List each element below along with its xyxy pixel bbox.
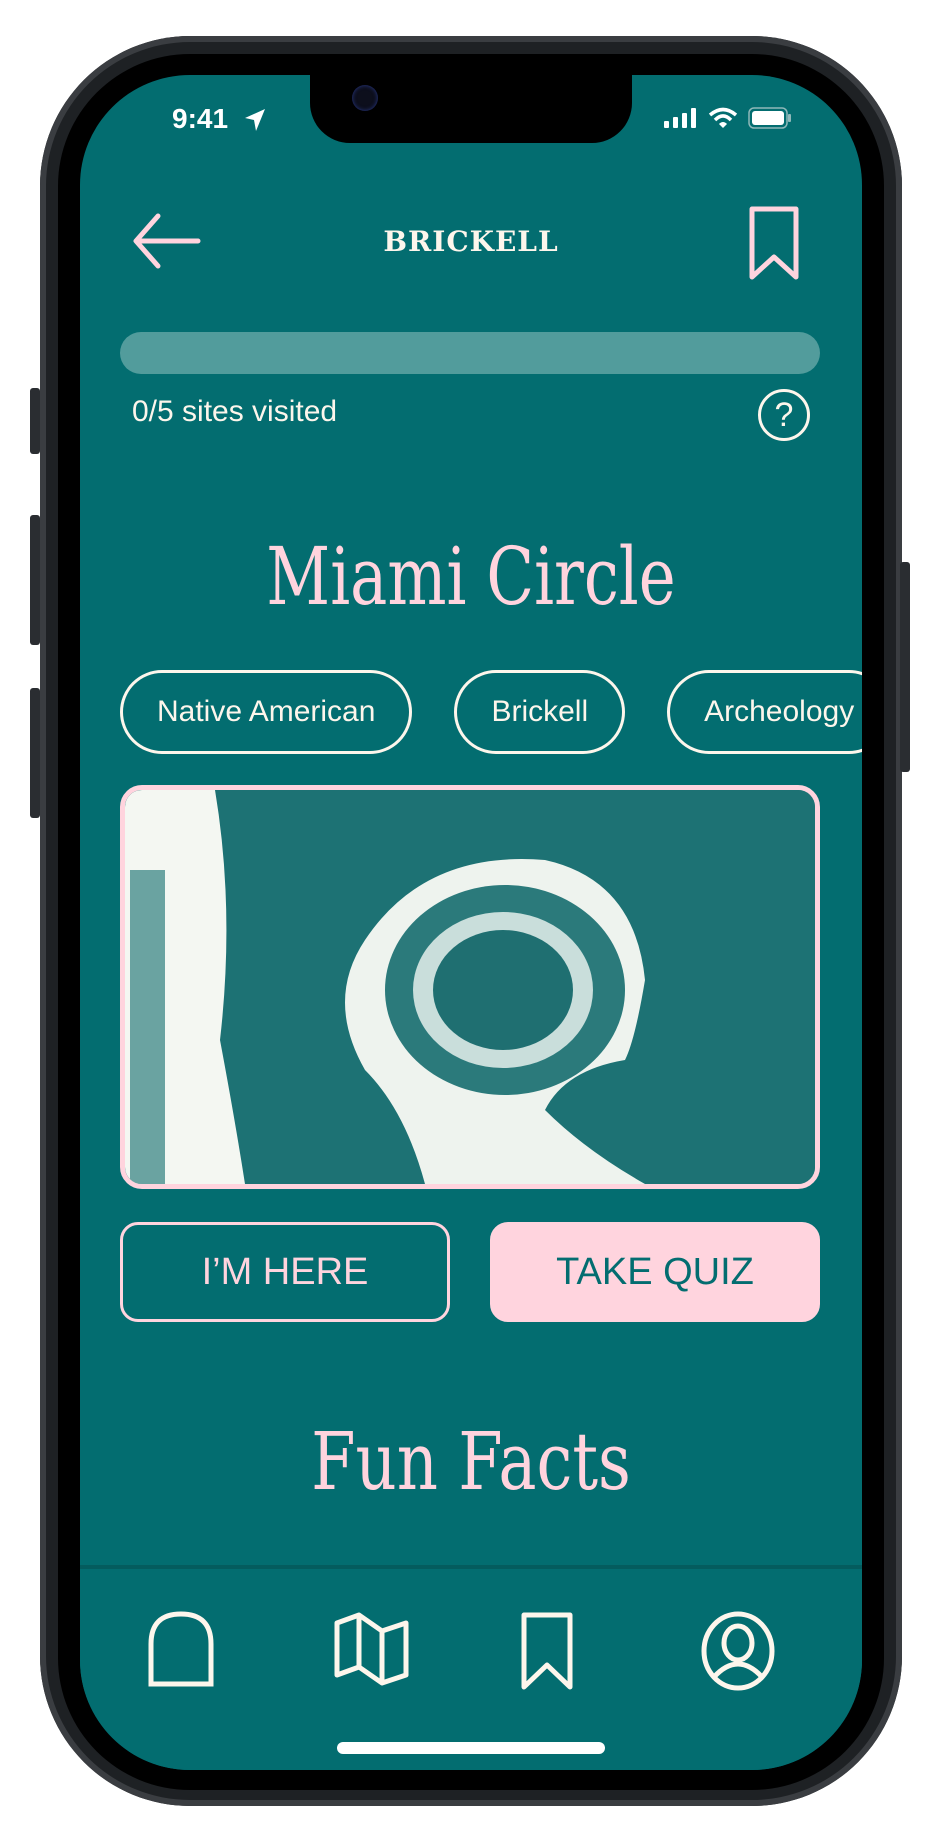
status-time: 9:41 xyxy=(172,103,229,134)
page-title: BRICKELL xyxy=(383,225,559,258)
nav-profile-icon[interactable] xyxy=(700,1611,776,1691)
progress-label: 0/5 sites visited xyxy=(132,395,338,428)
help-button[interactable]: ? xyxy=(758,389,810,441)
take-quiz-button[interactable]: TAKE QUIZ xyxy=(490,1222,820,1322)
power-button xyxy=(900,562,910,772)
signal-icon xyxy=(664,108,696,128)
section-title: Fun Facts xyxy=(311,1415,631,1508)
nav-home-arch-icon[interactable] xyxy=(148,1611,214,1687)
camera xyxy=(352,85,378,111)
volume-down-button xyxy=(30,688,40,818)
tag-chip[interactable]: Archeology xyxy=(667,670,862,754)
nav-bookmark-icon[interactable] xyxy=(520,1611,574,1691)
site-title: Miami Circle xyxy=(266,530,676,623)
tag-list: Native American Brickell Archeology xyxy=(120,670,862,754)
location-arrow-icon xyxy=(245,109,265,131)
aerial-image xyxy=(125,790,815,1184)
bookmark-icon[interactable] xyxy=(748,205,800,281)
battery-icon xyxy=(748,107,791,129)
im-here-button[interactable]: I’M HERE xyxy=(120,1222,450,1322)
volume-up-button xyxy=(30,515,40,645)
home-indicator[interactable] xyxy=(337,1742,605,1754)
action-buttons: I’M HERE TAKE QUIZ xyxy=(120,1222,820,1322)
status-icons xyxy=(664,107,792,129)
mute-switch xyxy=(30,388,40,454)
question-icon: ? xyxy=(774,396,794,434)
wifi-icon xyxy=(708,107,738,128)
tag-chip[interactable]: Brickell xyxy=(454,670,626,754)
progress-bar xyxy=(120,332,820,374)
bottom-nav xyxy=(80,1565,862,1770)
site-photo xyxy=(120,785,820,1189)
nav-map-icon[interactable] xyxy=(334,1611,410,1687)
tag-chip[interactable]: Native American xyxy=(120,670,413,754)
app-screen: 9:41 BRICKELL 0/5 sites visited ? Miami … xyxy=(80,75,862,1770)
